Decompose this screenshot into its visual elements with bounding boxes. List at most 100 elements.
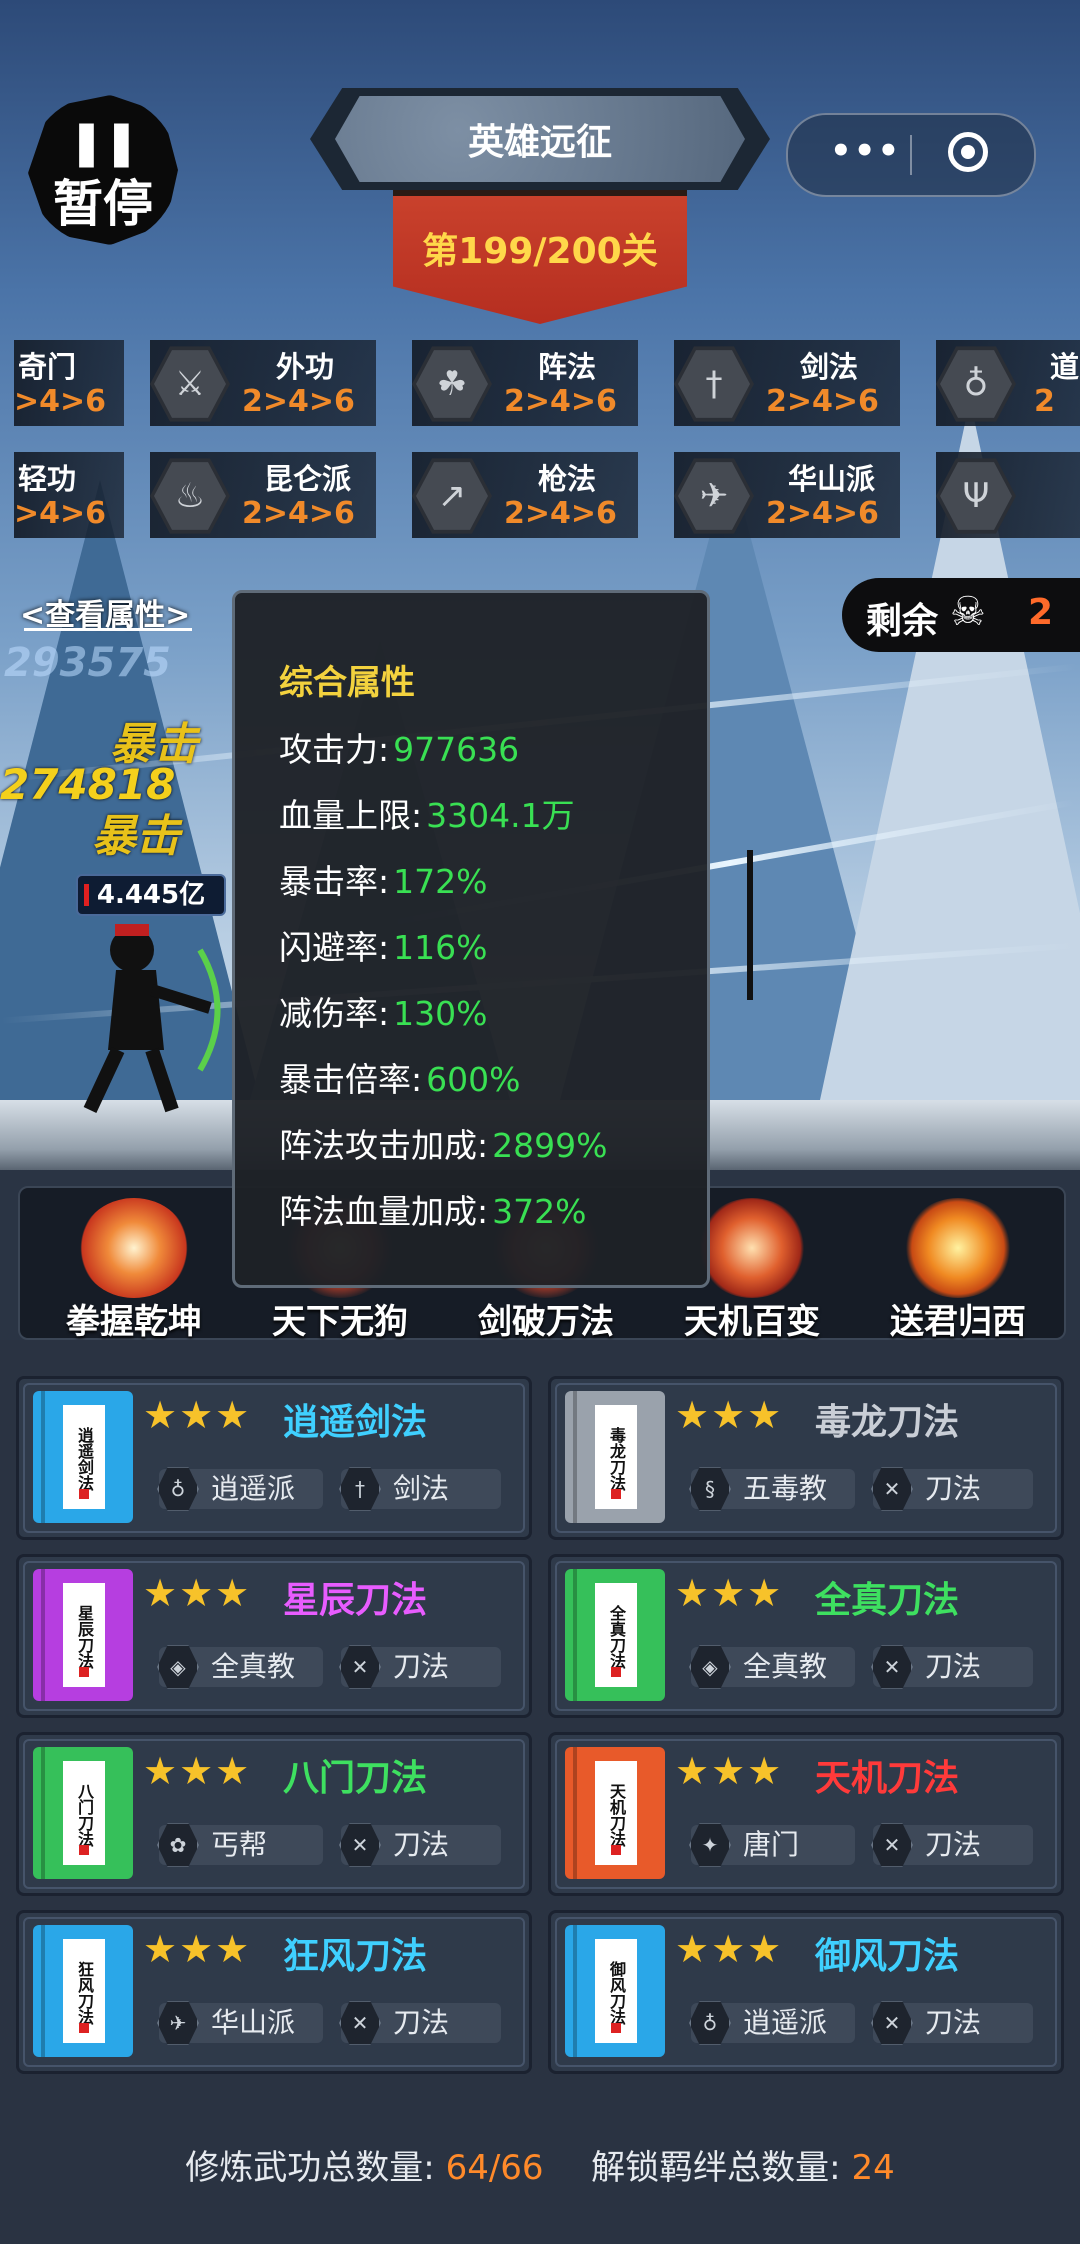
manual-book-icon: 逍遥剑法 bbox=[33, 1391, 133, 1523]
skill-slot[interactable]: 送君归西 bbox=[858, 1188, 1058, 1342]
bond-tag-name: 奇门 bbox=[18, 350, 77, 384]
card-tag-label: 唐门 bbox=[743, 1828, 800, 1861]
book-spine bbox=[41, 1747, 45, 1879]
miniprogram-capsule: ••• bbox=[786, 113, 1036, 197]
card-tag-label: 刀法 bbox=[393, 1828, 450, 1861]
book-spine bbox=[573, 1391, 577, 1523]
card-tag: ✕ 刀法 bbox=[871, 1823, 1033, 1867]
bond-tag-name: 枪法 bbox=[538, 462, 597, 496]
skill-label: 剑破万法 bbox=[478, 1302, 614, 1342]
martial-art-card[interactable]: 毒龙刀法 ★★★ 毒龙刀法 § 五毒教 ✕ 刀法 bbox=[548, 1376, 1064, 1540]
bond-tag[interactable]: ♨ 昆仑派 2>4>6 bbox=[150, 452, 376, 538]
skill-label: 天下无狗 bbox=[272, 1302, 408, 1342]
triquetra-icon: ☘ bbox=[412, 346, 492, 422]
blades-icon: ✕ bbox=[871, 1467, 913, 1511]
bond-tag[interactable]: ⚔ 外功 2>4>6 bbox=[150, 340, 376, 426]
blades-icon: ✕ bbox=[871, 1823, 913, 1867]
bond-tag-level: 2>4>6 bbox=[504, 384, 617, 419]
hp-marker bbox=[84, 884, 89, 906]
martial-art-card[interactable]: 天机刀法 ★★★ 天机刀法 ✦ 唐门 ✕ 刀法 bbox=[548, 1732, 1064, 1896]
martial-art-card[interactable]: 狂风刀法 ★★★ 狂风刀法 ✈ 华山派 ✕ 刀法 bbox=[16, 1910, 532, 2074]
martial-art-name: 狂风刀法 bbox=[283, 1936, 428, 1977]
manual-book-icon: 天机刀法 bbox=[565, 1747, 665, 1879]
skills-total-value: 64/66 bbox=[445, 2148, 544, 2188]
manual-book-icon: 八门刀法 bbox=[33, 1747, 133, 1879]
more-menu-icon[interactable]: ••• bbox=[830, 131, 901, 171]
card-tag-label: 全真教 bbox=[743, 1650, 828, 1683]
blades-icon: ✕ bbox=[339, 1645, 381, 1689]
crit-label: 暴击 bbox=[92, 811, 180, 862]
bond-tag-name: 剑法 bbox=[800, 350, 859, 384]
bonds-total-label: 解锁羁绊总数量: bbox=[591, 2148, 841, 2188]
card-tag-label: 丐帮 bbox=[211, 1828, 268, 1861]
lotus-icon: ✿ bbox=[157, 1823, 199, 1867]
blades-icon: ✕ bbox=[339, 1823, 381, 1867]
martial-art-card[interactable]: 八门刀法 ★★★ 八门刀法 ✿ 丐帮 ✕ 刀法 bbox=[16, 1732, 532, 1896]
bond-tag[interactable]: 奇门 >4>6 bbox=[14, 340, 124, 426]
capsule-divider bbox=[910, 135, 912, 175]
martial-art-card[interactable]: 逍遥剑法 ★★★ 逍遥剑法 ♁ 逍遥派 † 剑法 bbox=[16, 1376, 532, 1540]
bond-tag[interactable]: ✈ 华山派 2>4>6 bbox=[674, 452, 900, 538]
bond-tag[interactable]: † 剑法 2>4>6 bbox=[674, 340, 900, 426]
bond-tag-level: 2>4>6 bbox=[766, 496, 879, 531]
stage-indicator: 第199/200关 bbox=[422, 231, 658, 272]
card-tag-label: 刀法 bbox=[393, 1650, 450, 1683]
card-tag-label: 逍遥派 bbox=[211, 1472, 296, 1505]
martial-art-card[interactable]: 御风刀法 ★★★ 御风刀法 ♁ 逍遥派 ✕ 刀法 bbox=[548, 1910, 1064, 2074]
card-tag: ✕ 刀法 bbox=[871, 2001, 1033, 2045]
skill-slot[interactable]: 拳握乾坤 bbox=[34, 1188, 234, 1342]
book-spine bbox=[573, 1747, 577, 1879]
stat-row: 阵法攻击加成: 2899% bbox=[279, 1119, 607, 1167]
serpent-icon: § bbox=[689, 1467, 731, 1511]
remaining-label: 剩余 bbox=[866, 600, 939, 642]
stats-heading: 综合属性 bbox=[279, 663, 415, 703]
bond-tag-level: >4>6 bbox=[14, 384, 107, 419]
book-spine bbox=[573, 1569, 577, 1701]
stat-label: 攻击力: bbox=[279, 730, 390, 769]
card-tag: ◈ 全真教 bbox=[689, 1645, 855, 1689]
pause-button[interactable]: ❚❚ 暂停 bbox=[28, 95, 178, 245]
stat-value: 3304.1万 bbox=[426, 796, 575, 835]
stat-row: 减伤率: 130% bbox=[279, 987, 487, 1035]
sword-icon: † bbox=[339, 1467, 381, 1511]
card-tag: ✦ 唐门 bbox=[689, 1823, 855, 1867]
close-target-icon[interactable] bbox=[948, 132, 988, 172]
bond-tag[interactable]: ☘ 阵法 2>4>6 bbox=[412, 340, 638, 426]
blades-icon: ✕ bbox=[871, 1645, 913, 1689]
star-rating: ★★★ bbox=[143, 1749, 252, 1793]
card-tag: ✿ 丐帮 bbox=[157, 1823, 323, 1867]
vortex-skill-icon bbox=[79, 1198, 189, 1298]
card-tag-label: 剑法 bbox=[393, 1472, 450, 1505]
stat-value: 172% bbox=[393, 862, 488, 901]
pause-label: 暂停 bbox=[53, 174, 153, 233]
stats-popup: 综合属性 攻击力: 977636 血量上限: 3304.1万 暴击率: 172% 闪避… bbox=[232, 590, 710, 1288]
manual-book-icon: 毒龙刀法 bbox=[565, 1391, 665, 1523]
seal-mark bbox=[79, 1845, 89, 1855]
martial-art-card[interactable]: 星辰刀法 ★★★ 星辰刀法 ◈ 全真教 ✕ 刀法 bbox=[16, 1554, 532, 1718]
gourd-icon: ♁ bbox=[936, 346, 1016, 422]
blades-icon: ✕ bbox=[871, 2001, 913, 2045]
view-attributes-underline bbox=[24, 628, 192, 631]
bond-tag[interactable]: 轻功 >4>6 bbox=[14, 452, 124, 538]
crane-icon: ✈ bbox=[157, 2001, 199, 2045]
skull-icon: ☠ bbox=[950, 589, 986, 635]
seal-mark bbox=[611, 1489, 621, 1499]
manual-book-icon: 御风刀法 bbox=[565, 1925, 665, 2057]
card-tag: ✕ 刀法 bbox=[339, 1645, 501, 1689]
martial-art-card[interactable]: 全真刀法 ★★★ 全真刀法 ◈ 全真教 ✕ 刀法 bbox=[548, 1554, 1064, 1718]
bond-tag[interactable]: ♁ 道 2 bbox=[936, 340, 1080, 426]
card-tag-label: 全真教 bbox=[211, 1650, 296, 1683]
stat-label: 阵法血量加成: bbox=[279, 1192, 489, 1231]
martial-art-name: 天机刀法 bbox=[815, 1758, 960, 1799]
seal-mark bbox=[79, 1667, 89, 1677]
stat-row: 暴击倍率: 600% bbox=[279, 1053, 520, 1101]
card-tag: ♁ 逍遥派 bbox=[689, 2001, 855, 2045]
card-tag: ✈ 华山派 bbox=[157, 2001, 323, 2045]
bond-tag-level: 2>4>6 bbox=[504, 496, 617, 531]
stat-value: 372% bbox=[492, 1192, 587, 1231]
card-tag-label: 刀法 bbox=[925, 1650, 982, 1683]
bond-tag[interactable]: Ψ bbox=[936, 452, 1080, 538]
flame-icon: ♨ bbox=[150, 458, 230, 534]
bonds-total-value: 24 bbox=[851, 2148, 895, 2188]
bond-tag[interactable]: ↗ 枪法 2>4>6 bbox=[412, 452, 638, 538]
